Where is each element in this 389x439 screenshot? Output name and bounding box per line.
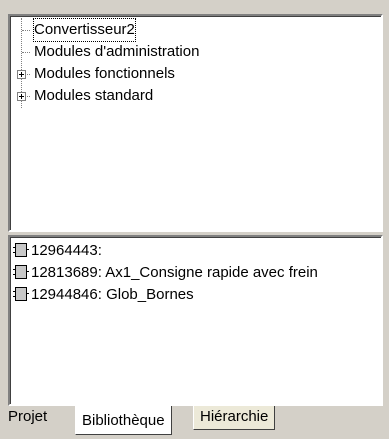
module-list-label: 12964443:	[31, 242, 102, 259]
tab-label: Projet	[8, 408, 48, 425]
tree-branch-line	[22, 52, 30, 53]
tree-item-label: Modules fonctionnels	[34, 65, 175, 82]
tab-bibliotheque[interactable]: Bibliothèque	[75, 406, 172, 435]
tree-item-label: Convertisseur2	[33, 18, 136, 42]
library-tree-panel: Convertisseur2 Modules d'administration …	[8, 14, 383, 232]
tree-item-label: Modules standard	[34, 87, 154, 104]
tab-hierarchie[interactable]: Hiérarchie	[193, 406, 276, 430]
module-block-icon	[13, 287, 29, 301]
module-block-icon	[13, 265, 29, 279]
module-list-label: 12944846: Glob_Bornes	[31, 286, 194, 303]
tab-label: Bibliothèque	[82, 412, 165, 429]
expand-plus-icon[interactable]	[17, 70, 26, 79]
module-block-icon	[13, 243, 29, 257]
tab-label: Hiérarchie	[200, 408, 269, 425]
tree-branch-line	[22, 30, 30, 31]
bottom-tab-strip: Projet Bibliothèque Hiérarchie	[0, 406, 389, 439]
expand-plus-icon[interactable]	[17, 92, 26, 101]
module-list-panel: 12964443: 12813689: Ax1_Consigne rapide …	[8, 235, 383, 406]
tab-projet[interactable]: Projet	[2, 406, 53, 430]
tree-item-label: Modules d'administration	[34, 43, 200, 60]
module-list-label: 12813689: Ax1_Consigne rapide avec frein	[31, 264, 318, 281]
